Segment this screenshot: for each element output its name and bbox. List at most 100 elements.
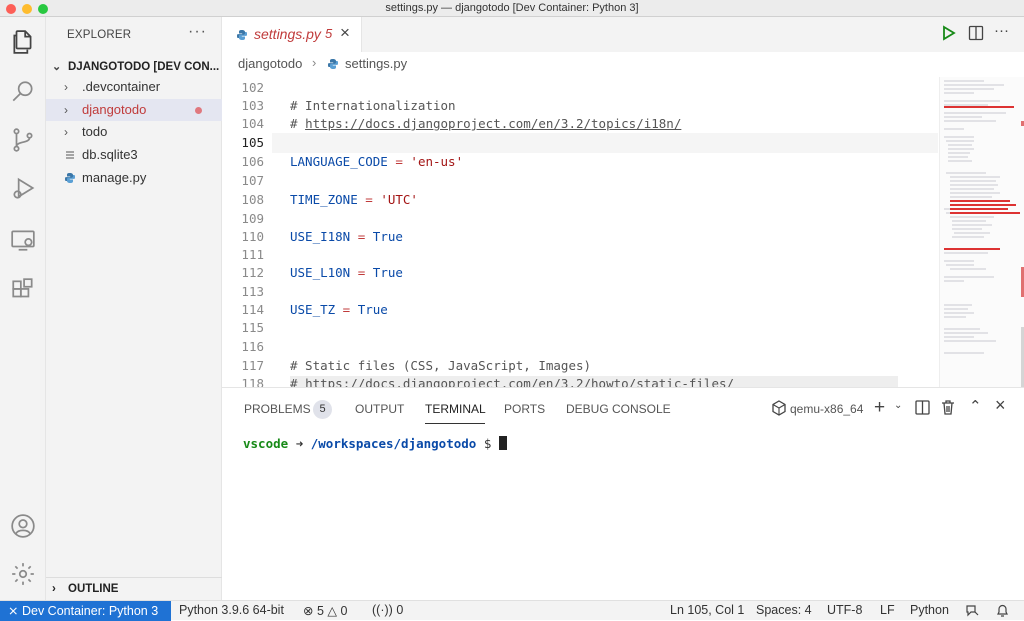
- split-terminal-icon[interactable]: [915, 400, 930, 415]
- terminal-instance-icon: [772, 400, 786, 416]
- code-comment-line: # https://docs.djangoproject.com/en/3.2/…: [290, 376, 898, 387]
- terminal-user: vscode: [243, 436, 289, 451]
- cursor-position[interactable]: Ln 105, Col 1: [670, 603, 744, 617]
- active-tab-indicator: [425, 423, 485, 424]
- line-number: 117: [241, 358, 264, 373]
- code-variable: LANGUAGE_CODE: [290, 154, 388, 169]
- language-mode[interactable]: Python: [910, 603, 949, 617]
- code-variable: TIME_ZONE: [290, 192, 358, 207]
- tree-item-label: .devcontainer: [82, 79, 161, 94]
- line-ending[interactable]: LF: [880, 603, 895, 617]
- code-string: 'UTC': [380, 192, 418, 207]
- outline-section[interactable]: › OUTLINE: [46, 577, 222, 600]
- code-operator: =: [335, 302, 358, 317]
- workspace-root-folder[interactable]: ⌄ DJANGOTODO [DEV CON...: [46, 57, 222, 77]
- tree-item-label: manage.py: [82, 170, 147, 185]
- terminal-prompt[interactable]: vscode ➜ /workspaces/djangotodo $: [243, 436, 507, 451]
- breadcrumb-folder[interactable]: djangotodo: [238, 56, 302, 71]
- ports-count: 0: [396, 603, 404, 617]
- line-number: 111: [241, 247, 264, 262]
- remote-explorer-icon[interactable]: [8, 225, 38, 255]
- line-number: 110: [241, 229, 264, 244]
- split-editor-icon[interactable]: [968, 25, 984, 41]
- editor-tabs: settings.py 5 × ···: [222, 17, 1024, 52]
- tab-ports[interactable]: PORTS: [504, 402, 545, 416]
- more-actions-icon[interactable]: ···: [994, 22, 1009, 39]
- remote-label: Dev Container: Python 3: [21, 604, 159, 618]
- tab-output[interactable]: OUTPUT: [355, 402, 404, 416]
- new-terminal-icon[interactable]: +: [874, 397, 885, 419]
- run-file-icon[interactable]: [942, 25, 956, 41]
- chevron-down-icon: ⌄: [52, 61, 62, 73]
- maximize-panel-icon[interactable]: ⌃: [969, 397, 982, 415]
- explorer-sidebar: EXPLORER ··· ⌄ DJANGOTODO [DEV CON... › …: [46, 17, 222, 600]
- tree-item-db-sqlite3[interactable]: db.sqlite3: [46, 144, 222, 166]
- trash-icon[interactable]: [941, 400, 955, 415]
- feedback-icon[interactable]: [965, 604, 979, 618]
- code-operator: =: [357, 192, 381, 207]
- line-number: 105: [241, 135, 264, 150]
- terminal-path: /workspaces/djangotodo: [310, 436, 477, 451]
- more-actions-button[interactable]: ···: [188, 23, 207, 41]
- code-comment: # Internationalization: [290, 98, 456, 113]
- code-comment: # Static files (CSS, JavaScript, Images): [290, 358, 592, 373]
- chevron-right-icon: ›: [64, 103, 68, 117]
- problems-status[interactable]: ⊗ 5 △ 0: [303, 603, 347, 618]
- terminal-instance-label[interactable]: qemu-x86_64: [790, 402, 863, 416]
- source-control-icon[interactable]: [8, 125, 38, 155]
- remote-icon: ⨯: [8, 604, 19, 618]
- python-file-icon: [237, 30, 247, 40]
- modified-indicator: [195, 107, 202, 114]
- python-interpreter[interactable]: Python 3.9.6 64-bit: [179, 603, 284, 617]
- run-debug-icon[interactable]: [8, 173, 38, 203]
- minimap-preview: [944, 80, 1024, 387]
- gear-icon[interactable]: [8, 559, 38, 589]
- line-number: 103: [241, 98, 264, 113]
- code-line: LANGUAGE_CODE = 'en-us': [290, 154, 463, 169]
- files-icon[interactable]: [8, 27, 38, 57]
- tab-terminal[interactable]: TERMINAL: [425, 402, 486, 416]
- doc-link[interactable]: https://docs.djangoproject.com/en/3.2/ho…: [305, 376, 734, 387]
- python-file-icon: [328, 59, 338, 69]
- code-keyword: True: [372, 229, 403, 244]
- line-number: 118: [241, 376, 264, 387]
- indentation[interactable]: Spaces: 4: [756, 603, 812, 617]
- code-line: USE_I18N = True: [290, 229, 403, 244]
- file-encoding[interactable]: UTF-8: [827, 603, 862, 617]
- tab-debug-console[interactable]: DEBUG CONSOLE: [566, 402, 671, 416]
- remote-indicator[interactable]: ⨯ Dev Container: Python 3: [0, 601, 171, 621]
- account-icon[interactable]: [8, 511, 38, 541]
- line-number: 107: [241, 173, 264, 188]
- tree-item-manage-py[interactable]: manage.py: [46, 167, 222, 189]
- breadcrumb-file[interactable]: settings.py: [345, 56, 407, 71]
- terminal-symbol: $: [483, 436, 492, 451]
- python-file-icon: [65, 173, 75, 183]
- ports-status[interactable]: ((·)) 0: [372, 603, 403, 617]
- tab-problem-count: 5: [325, 26, 333, 41]
- code-keyword: True: [372, 265, 403, 280]
- code-keyword: True: [357, 302, 388, 317]
- tree-item-todo[interactable]: › todo: [46, 121, 222, 143]
- code-editor[interactable]: 102 103 104 105 106 107 108 109 110 111 …: [222, 77, 1024, 387]
- error-count: 5: [316, 604, 324, 618]
- tab-problems[interactable]: PROBLEMS: [244, 402, 311, 416]
- tree-item-devcontainer[interactable]: › .devcontainer: [46, 76, 222, 98]
- problems-badge: 5: [313, 400, 332, 419]
- code-operator: =: [387, 154, 411, 169]
- activity-bar: [0, 17, 46, 600]
- chevron-down-icon[interactable]: ⌄: [894, 400, 902, 411]
- tab-settings-py[interactable]: settings.py 5 ×: [222, 17, 362, 52]
- file-lines-icon: [66, 151, 74, 159]
- minimap[interactable]: [939, 77, 1024, 387]
- warning-icon: △: [327, 604, 338, 618]
- chevron-right-icon: ›: [64, 125, 68, 139]
- code-line: USE_L10N = True: [290, 265, 403, 280]
- breadcrumb: djangotodo › settings.py: [222, 52, 1024, 77]
- doc-link[interactable]: https://docs.djangoproject.com/en/3.2/to…: [305, 116, 681, 131]
- search-icon[interactable]: [8, 77, 38, 107]
- close-icon[interactable]: ×: [995, 395, 1006, 416]
- close-icon[interactable]: ×: [340, 23, 350, 43]
- tree-item-djangotodo[interactable]: › djangotodo: [46, 99, 222, 121]
- bell-icon[interactable]: [996, 604, 1009, 618]
- extensions-icon[interactable]: [8, 275, 38, 305]
